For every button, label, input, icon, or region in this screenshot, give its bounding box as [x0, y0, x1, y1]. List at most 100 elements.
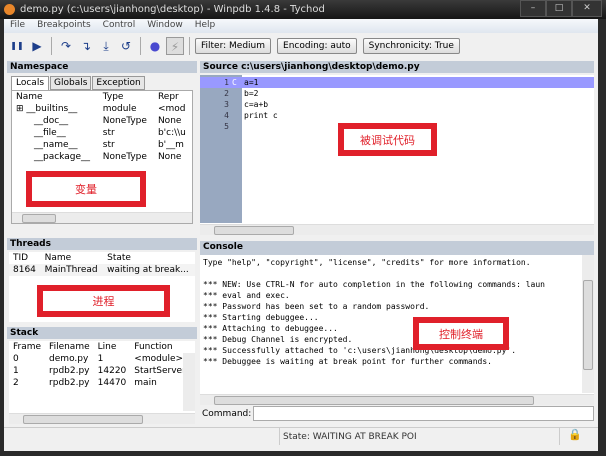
stop-icon[interactable]: ●: [146, 37, 164, 55]
cell: __file__: [34, 128, 66, 138]
column-header[interactable]: Name: [12, 91, 99, 103]
source-panel: Source c:\users\jianhong\desktop\demo.py…: [200, 61, 594, 236]
go-to-line-icon[interactable]: ↺: [117, 37, 135, 55]
line-number: 1: [224, 78, 229, 87]
step-into-icon[interactable]: ↴: [77, 37, 95, 55]
stack-panel: Stack Frame Filename Line Function 0 demo.py…: [7, 327, 197, 427]
app-icon: [4, 4, 15, 15]
table-row[interactable]: __package__ NoneType None: [12, 151, 192, 163]
current-line-marker-icon: [232, 121, 242, 132]
console-line: *** Password has been set to a random pa…: [203, 302, 430, 311]
step-over-icon[interactable]: ↷: [57, 37, 75, 55]
code-line[interactable]: 3 c=a+b: [200, 99, 594, 110]
filter-button[interactable]: Filter: Medium: [195, 38, 272, 54]
horizontal-scrollbar[interactable]: [200, 224, 594, 235]
column-header[interactable]: State: [103, 252, 195, 264]
cell: str: [102, 140, 115, 150]
title-bar: demo.py (c:\users\jianhong\desktop) - Wi…: [0, 0, 606, 19]
console-output[interactable]: Type "help", "copyright", "license", "cr…: [200, 255, 594, 405]
divider: [189, 37, 190, 55]
cell: 14220: [97, 366, 127, 376]
menu-control[interactable]: Control: [97, 19, 142, 31]
command-input[interactable]: [253, 406, 594, 421]
table-row[interactable]: 0 demo.py 1 <module>: [9, 353, 190, 365]
code-text: print c: [244, 111, 278, 120]
threads-panel: Threads TID Name State 8164 MainThread waiti…: [7, 238, 197, 323]
column-header[interactable]: TID: [9, 252, 41, 264]
column-header[interactable]: Name: [41, 252, 103, 264]
column-header[interactable]: Function: [130, 341, 190, 353]
main-window: File Breakpoints Control Window Help ❚❚ ▶ ↷ …: [4, 19, 598, 451]
line-number: 4: [224, 111, 229, 120]
horizontal-scrollbar[interactable]: [9, 413, 195, 424]
current-line-marker-icon: [232, 99, 242, 110]
cell: b'c:\\u: [157, 128, 186, 138]
table-row[interactable]: 8164 MainThread waiting at break...: [9, 264, 195, 276]
table-row[interactable]: __doc__ NoneType None: [12, 115, 192, 127]
namespace-title: Namespace: [7, 61, 197, 73]
pause-icon[interactable]: ❚❚: [8, 37, 26, 55]
minimize-button[interactable]: –: [520, 0, 546, 17]
cell: 1: [97, 354, 104, 364]
toolbar: ❚❚ ▶ ↷ ↴ ⤓ ↺ ● ⚡ Filter: Medium Encoding…: [4, 34, 598, 58]
cell: rpdb2.py: [49, 378, 90, 388]
column-header[interactable]: Repr: [154, 91, 192, 103]
code-line[interactable]: 4 print c: [200, 110, 594, 121]
cell: b'__m: [157, 140, 184, 150]
table-row[interactable]: 1 rpdb2.py 14220 StartServer: [9, 365, 190, 377]
table-row[interactable]: 2 rpdb2.py 14470 main: [9, 377, 190, 389]
source-title: Source c:\users\jianhong\desktop\demo.py: [200, 61, 594, 73]
cell: <mod: [157, 104, 186, 114]
console-line: *** Attaching to debuggee...: [203, 324, 338, 333]
vertical-scrollbar[interactable]: [183, 353, 195, 411]
column-header[interactable]: Line: [94, 341, 131, 353]
divider: [51, 37, 52, 55]
synchronicity-button[interactable]: Synchronicity: True: [362, 38, 460, 54]
line-number: 3: [224, 100, 229, 109]
window-title: demo.py (c:\users\jianhong\desktop) - Wi…: [20, 4, 325, 15]
column-header[interactable]: Frame: [9, 341, 45, 353]
annotation-source: 被调试代码: [338, 123, 437, 156]
column-header[interactable]: Filename: [45, 341, 94, 353]
code-line[interactable]: 1 Ca=1: [200, 77, 594, 88]
command-label: Command:: [202, 408, 252, 419]
annotation-console: 控制终端: [413, 317, 509, 350]
console-title: Console: [200, 241, 594, 255]
step-return-icon[interactable]: ⤓: [97, 37, 115, 55]
lightning-icon[interactable]: ⚡: [166, 37, 184, 55]
menu-file[interactable]: File: [4, 19, 31, 31]
code-text: b=2: [244, 89, 259, 98]
console-line: *** Debug Channel is encrypted.: [203, 335, 353, 344]
menu-breakpoints[interactable]: Breakpoints: [31, 19, 97, 31]
code-text: c=a+b: [244, 100, 269, 109]
horizontal-scrollbar[interactable]: [200, 394, 594, 405]
cell: <module>: [134, 354, 184, 364]
play-icon[interactable]: ▶: [28, 37, 46, 55]
column-header[interactable]: Type: [99, 91, 154, 103]
horizontal-scrollbar[interactable]: [12, 212, 192, 223]
menu-bar: File Breakpoints Control Window Help: [4, 19, 598, 33]
table-row[interactable]: __file__ str b'c:\\u: [12, 127, 192, 139]
table-row[interactable]: __name__ str b'__m: [12, 139, 192, 151]
tab-globals[interactable]: Globals: [50, 76, 92, 90]
cell: __doc__: [34, 116, 69, 126]
namespace-panel: Namespace Locals Globals Exception Name T…: [7, 61, 197, 236]
table-row[interactable]: ⊞ __builtins__ module <mod: [12, 103, 192, 115]
maximize-button[interactable]: □: [546, 0, 572, 17]
code-line[interactable]: 2 b=2: [200, 88, 594, 99]
close-button[interactable]: ✕: [572, 0, 602, 17]
cell: __name__: [34, 140, 78, 150]
console-line: *** NEW: Use CTRL-N for auto completion …: [203, 280, 545, 289]
console-line: *** Successfully attached to 'c:\users\j…: [203, 346, 517, 355]
cell: NoneType: [102, 152, 147, 162]
encoding-button[interactable]: Encoding: auto: [277, 38, 357, 54]
tab-locals[interactable]: Locals: [11, 76, 50, 90]
cell: module: [102, 104, 137, 114]
menu-help[interactable]: Help: [189, 19, 222, 31]
vertical-scrollbar[interactable]: [582, 255, 594, 393]
cell: rpdb2.py: [49, 366, 90, 376]
menu-window[interactable]: Window: [141, 19, 189, 31]
current-line-marker-icon: C: [232, 78, 237, 87]
line-number: 5: [224, 122, 229, 131]
tab-exception[interactable]: Exception: [92, 76, 145, 90]
